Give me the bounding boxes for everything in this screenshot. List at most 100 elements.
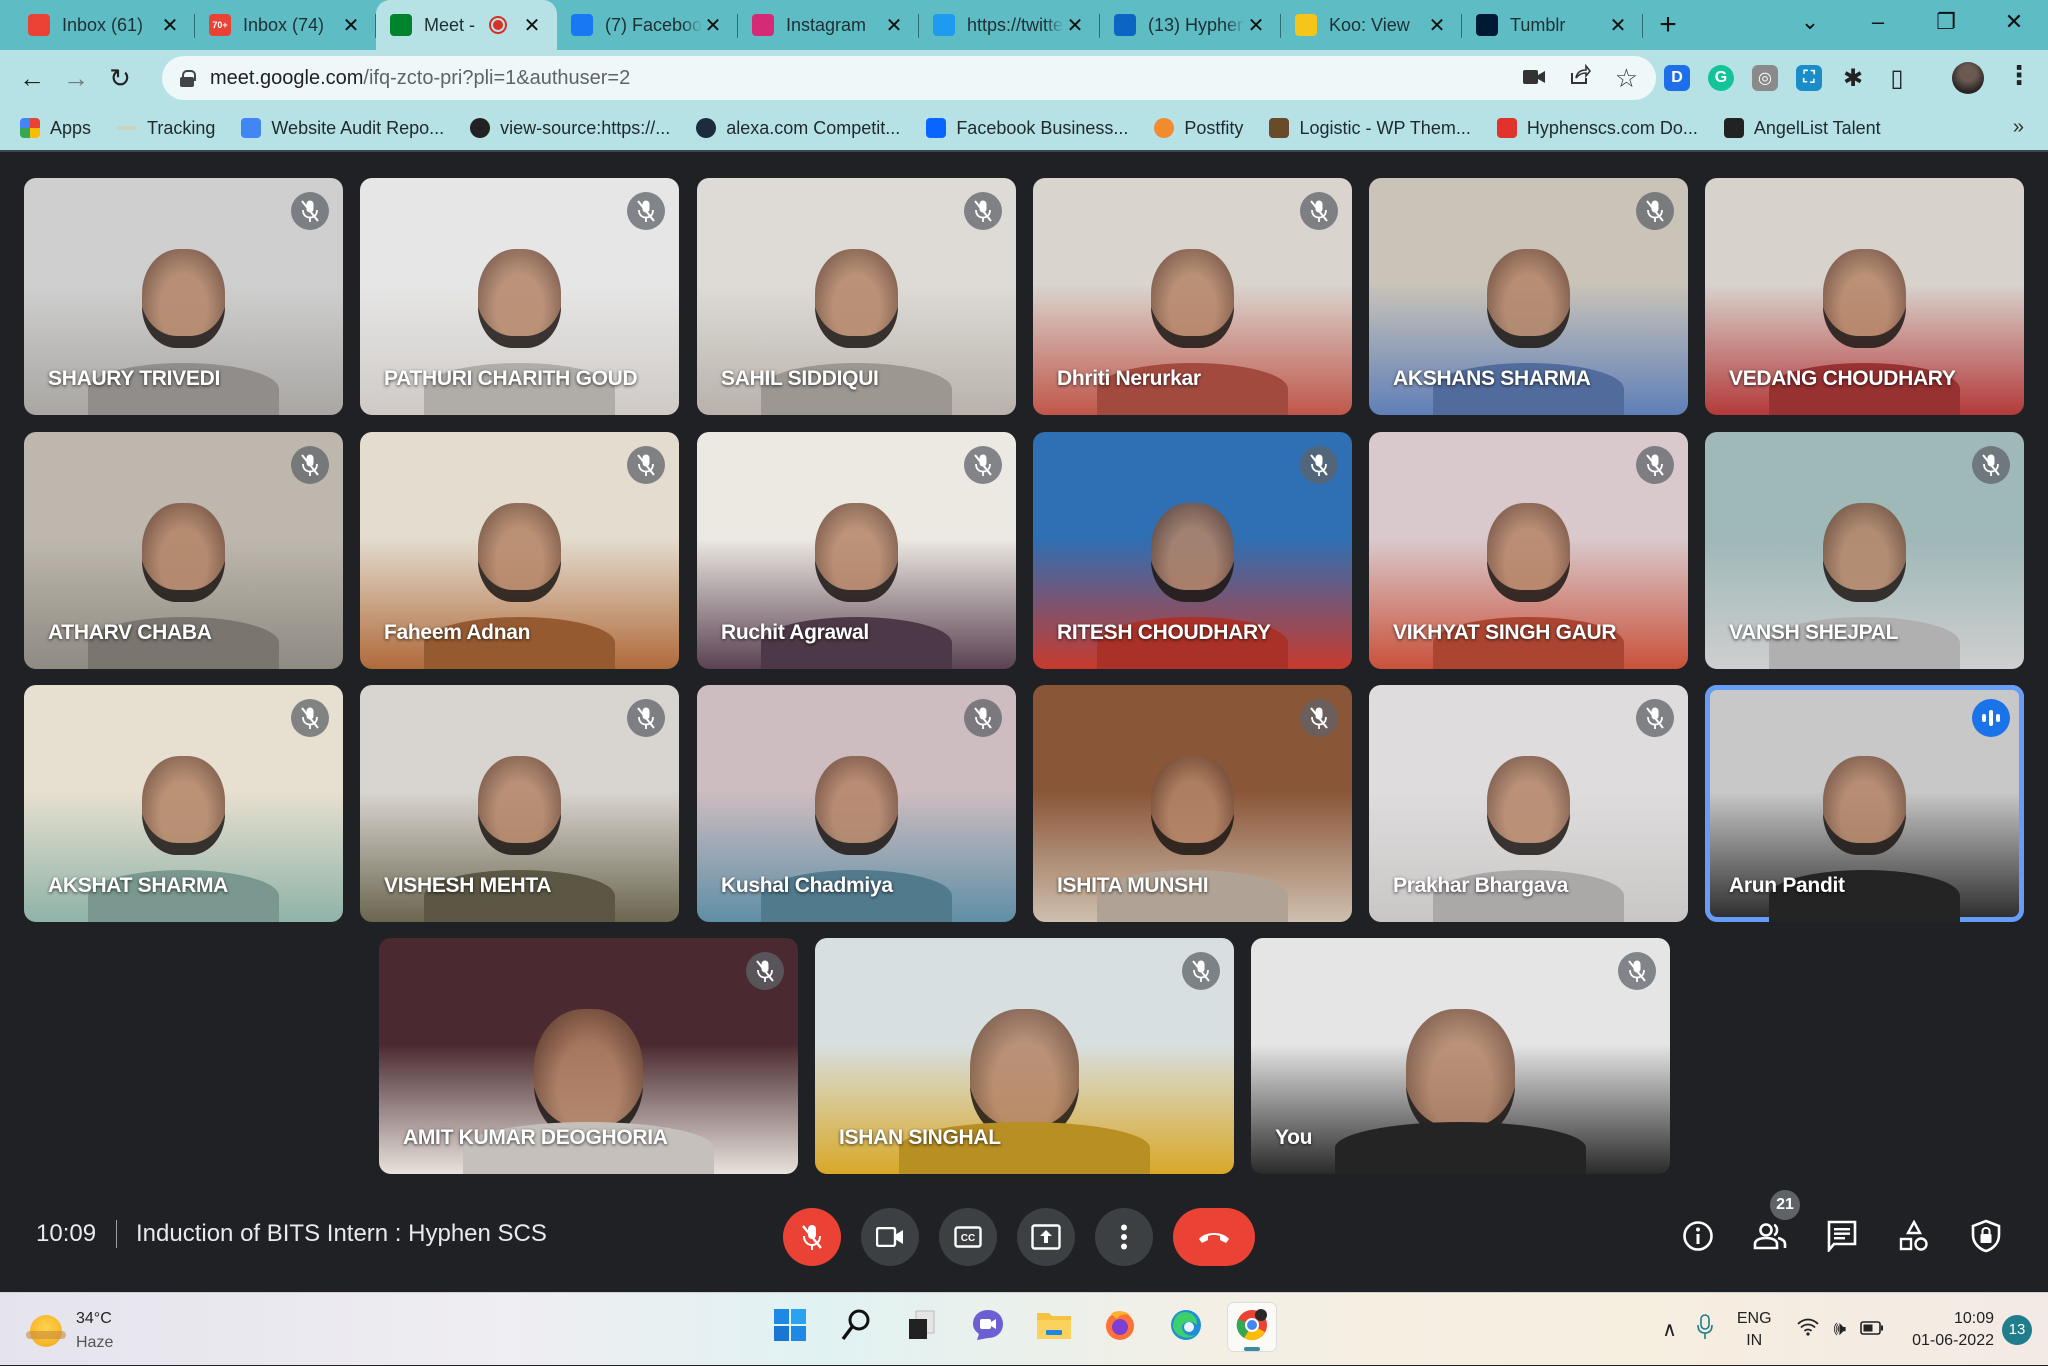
bookmark-item[interactable]: Logistic - WP Them... [1269, 118, 1471, 139]
participant-tile[interactable]: VISHESH MEHTA [360, 685, 679, 922]
browser-tab[interactable]: (7) Facebook ✕ [557, 4, 738, 46]
participant-tile[interactable]: You [1251, 938, 1670, 1174]
bookmark-item[interactable]: Hyphenscs.com Do... [1496, 118, 1698, 139]
participant-tile[interactable]: AMIT KUMAR DEOGHORIA [379, 938, 798, 1174]
bookmark-item[interactable]: Postfity [1154, 118, 1243, 139]
camera-in-use-icon[interactable] [1522, 65, 1545, 91]
more-bookmarks-button[interactable]: » [2013, 116, 2024, 139]
close-tab-icon[interactable]: ✕ [1607, 13, 1629, 38]
browser-tab[interactable]: Meet - ✕ [376, 0, 557, 50]
bookmark-item[interactable]: view-source:https://... [470, 118, 670, 139]
participant-tile[interactable]: SAHIL SIDDIQUI [697, 178, 1016, 415]
camera-toggle-button[interactable] [861, 1208, 919, 1266]
weather-widget[interactable]: 34°C Haze [26, 1307, 113, 1355]
microphone-toggle-button[interactable] [783, 1208, 841, 1266]
profile-avatar[interactable] [1952, 62, 1984, 94]
browser-tab[interactable]: Instagram ✕ [738, 4, 919, 46]
bookmark-item[interactable]: Facebook Business... [926, 118, 1128, 139]
participant-tile[interactable]: Dhriti Nerurkar [1033, 178, 1352, 415]
browser-tab[interactable]: https://twitter ✕ [919, 4, 1100, 46]
bookmark-item[interactable]: AngelList Talent [1723, 118, 1881, 139]
notification-count-badge[interactable]: 13 [2002, 1314, 2032, 1345]
tab-search-chevron-icon[interactable]: ⌄ [1776, 0, 1844, 44]
browser-tab[interactable]: (13) Hyphen ✕ [1100, 4, 1281, 46]
participant-tile[interactable]: Arun Pandit [1705, 685, 2024, 922]
edge-taskbar-button[interactable] [1162, 1303, 1210, 1351]
participant-tile[interactable]: AKSHANS SHARMA [1369, 178, 1688, 415]
close-tab-icon[interactable]: ✕ [521, 13, 543, 38]
participant-tile[interactable]: Prakhar Bhargava [1369, 685, 1688, 922]
bookmark-item[interactable]: Apps [20, 118, 91, 139]
side-panel-icon[interactable]: ▯ [1884, 65, 1910, 92]
participant-tile[interactable]: VEDANG CHOUDHARY [1705, 178, 2024, 415]
show-hidden-icons-chevron-icon[interactable]: ∧ [1662, 1317, 1677, 1342]
reload-button[interactable]: ↻ [100, 58, 140, 98]
browser-tab[interactable]: Koo: View ✕ [1281, 4, 1462, 46]
browser-menu-icon[interactable]: ⋮ [2006, 60, 2032, 91]
leave-call-button[interactable] [1173, 1208, 1255, 1266]
participant-tile[interactable]: Kushal Chadmiya [697, 685, 1016, 922]
close-tab-icon[interactable]: ✕ [702, 13, 724, 38]
bookmark-item[interactable]: Website Audit Repo... [241, 118, 444, 139]
microphone-icon[interactable] [1697, 1313, 1713, 1346]
participant-tile[interactable]: AKSHAT SHARMA [24, 685, 343, 922]
close-window-button[interactable]: ✕ [1980, 0, 2048, 44]
close-tab-icon[interactable]: ✕ [1426, 13, 1448, 38]
close-tab-icon[interactable]: ✕ [159, 13, 181, 38]
participant-tile[interactable]: RITESH CHOUDHARY [1033, 432, 1352, 669]
activities-button[interactable] [1894, 1216, 1934, 1256]
search-taskbar-button[interactable] [832, 1303, 880, 1351]
lock-icon[interactable] [180, 70, 196, 87]
participant-tile[interactable]: SHAURY TRIVEDI [24, 178, 343, 415]
address-bar[interactable]: meet.google.com/ifq-zcto-pri?pli=1&authu… [162, 56, 1656, 100]
present-now-button[interactable] [1017, 1208, 1075, 1266]
captions-button[interactable]: CC [939, 1208, 997, 1266]
restore-button[interactable]: ❐ [1912, 0, 1980, 44]
minimize-button[interactable]: – [1844, 0, 1912, 44]
forward-button[interactable]: → [56, 58, 96, 98]
bookmark-star-icon[interactable]: ☆ [1615, 63, 1638, 94]
participant-tile[interactable]: ATHARV CHABA [24, 432, 343, 669]
url-text[interactable]: meet.google.com/ifq-zcto-pri?pli=1&authu… [210, 67, 630, 90]
close-tab-icon[interactable]: ✕ [340, 13, 362, 38]
participant-tile[interactable]: Faheem Adnan [360, 432, 679, 669]
meeting-details-button[interactable] [1678, 1216, 1718, 1256]
share-icon[interactable] [1569, 63, 1591, 92]
back-button[interactable]: ← [12, 58, 52, 98]
browser-tab[interactable]: Tumblr ✕ [1462, 4, 1643, 46]
show-everyone-button[interactable] [1750, 1216, 1790, 1256]
participant-tile[interactable]: VANSH SHEJPAL [1705, 432, 2024, 669]
chrome-taskbar-button[interactable] [1228, 1303, 1276, 1351]
new-tab-button[interactable]: + [1643, 4, 1693, 46]
teams-chat-taskbar-button[interactable] [964, 1303, 1012, 1351]
dashlane-extension-icon[interactable]: D [1664, 65, 1690, 91]
participant-tile[interactable]: PATHURI CHARITH GOUD [360, 178, 679, 415]
chat-button[interactable] [1822, 1216, 1862, 1256]
film-reel-extension-icon[interactable]: ◎ [1752, 65, 1778, 91]
language-indicator[interactable]: ENG IN [1737, 1308, 1772, 1352]
wifi-icon[interactable] [1796, 1317, 1820, 1343]
participant-tile[interactable]: ISHAN SINGHAL [815, 938, 1234, 1174]
task-view-taskbar-button[interactable] [898, 1303, 946, 1351]
participant-tile[interactable]: ISHITA MUNSHI [1033, 685, 1352, 922]
windows-start-taskbar-button[interactable] [766, 1303, 814, 1351]
participant-tile[interactable]: Ruchit Agrawal [697, 432, 1016, 669]
screenshot-extension-icon[interactable]: ⛶ [1796, 65, 1822, 91]
close-tab-icon[interactable]: ✕ [1064, 13, 1086, 38]
system-clock[interactable]: 10:09 01-06-2022 [1912, 1308, 1994, 1352]
firefox-taskbar-button[interactable] [1096, 1303, 1144, 1351]
bookmark-item[interactable]: alexa.com Competit... [696, 118, 900, 139]
grammarly-extension-icon[interactable]: G [1708, 65, 1734, 91]
browser-tab[interactable]: 70+ Inbox (74) ✕ [195, 4, 376, 46]
volume-icon[interactable]: 🕪 [1834, 1318, 1847, 1341]
host-controls-button[interactable] [1966, 1216, 2006, 1256]
file-explorer-taskbar-button[interactable] [1030, 1303, 1078, 1351]
battery-icon[interactable] [1860, 1318, 1884, 1341]
close-tab-icon[interactable]: ✕ [1245, 13, 1267, 38]
more-options-button[interactable] [1095, 1208, 1153, 1266]
browser-tab[interactable]: Inbox (61) ✕ [14, 4, 195, 46]
participant-tile[interactable]: VIKHYAT SINGH GAUR [1369, 432, 1688, 669]
close-tab-icon[interactable]: ✕ [883, 13, 905, 38]
extensions-puzzle-icon[interactable]: ✱ [1840, 65, 1866, 92]
bookmark-item[interactable]: Tracking [117, 118, 215, 139]
